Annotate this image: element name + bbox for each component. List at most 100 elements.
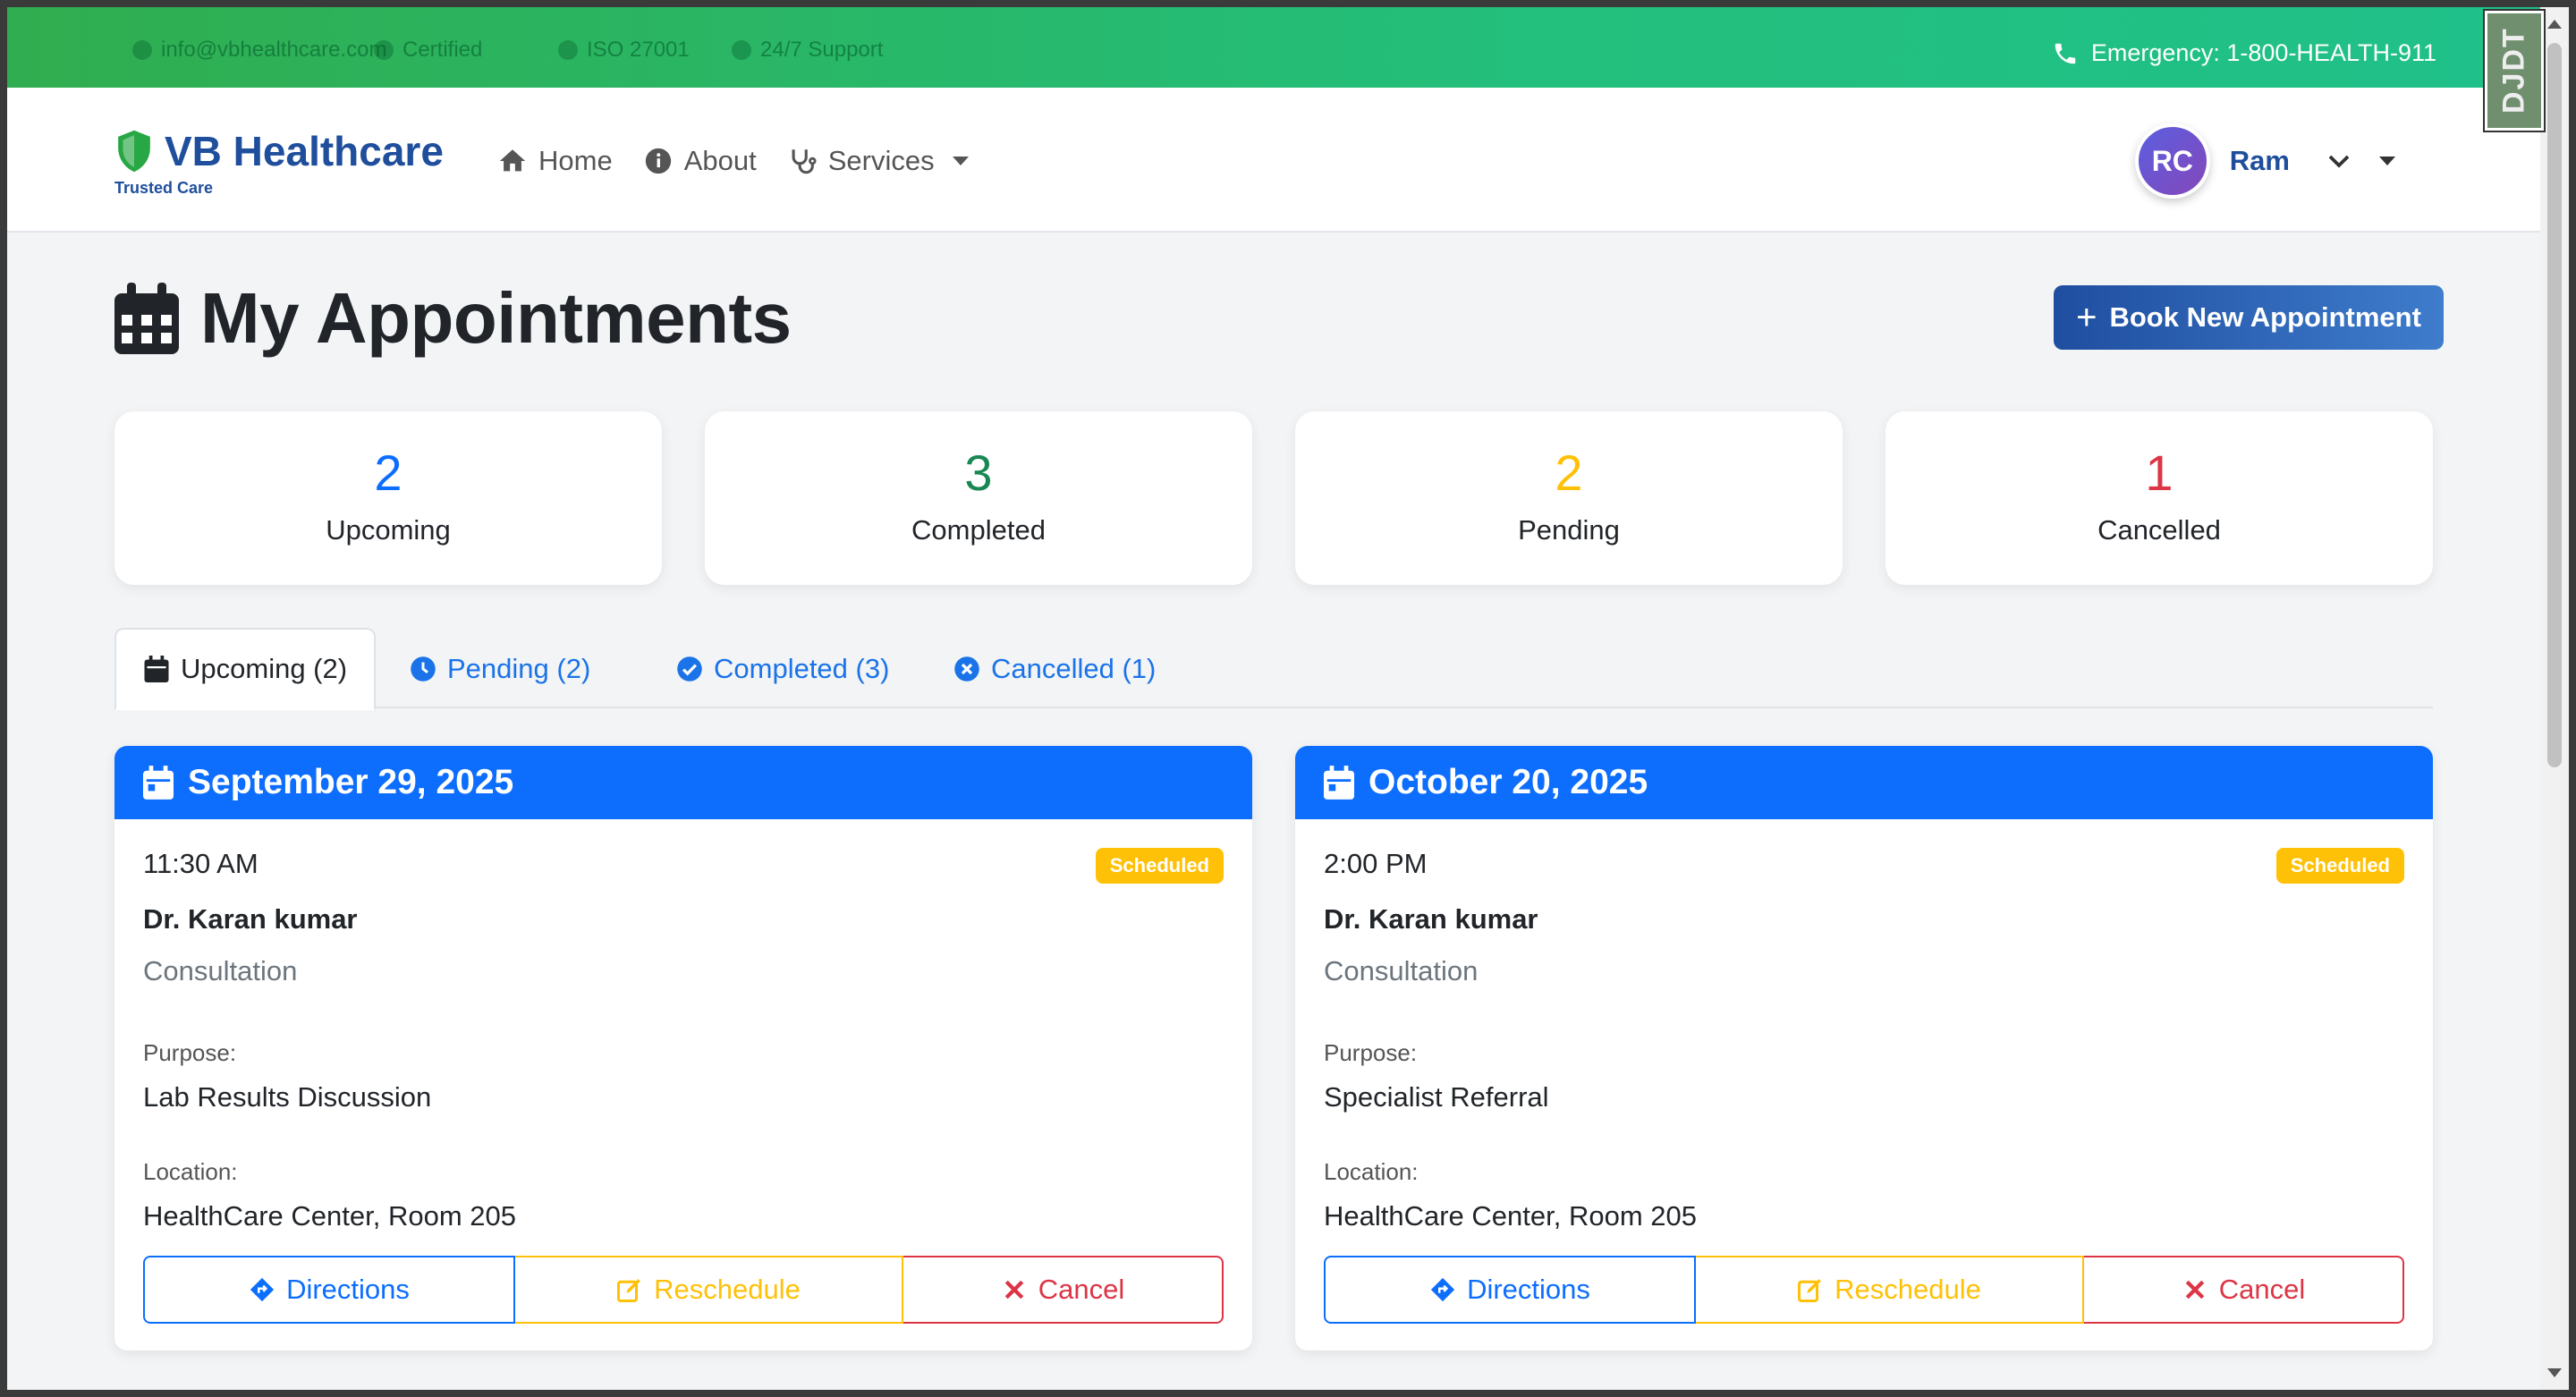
appointment-actions: Directions Reschedule Cancel (143, 1256, 1224, 1324)
calendar-icon (144, 656, 169, 682)
calendar-icon (114, 283, 179, 354)
purpose-label: Purpose: (1324, 1039, 1418, 1066)
vertical-scrollbar[interactable] (2540, 7, 2569, 1390)
brand-row: VB Healthcare (114, 127, 444, 175)
emergency-contact[interactable]: Emergency: 1-800-HEALTH-911 (2052, 39, 2436, 67)
directions-icon (250, 1277, 275, 1302)
info-circle-icon (645, 148, 671, 174)
stat-card-upcoming: 2 Upcoming (114, 411, 662, 585)
tab-completed[interactable]: Completed (3) (649, 628, 916, 710)
nav-services-dropdown[interactable]: Services (787, 145, 969, 177)
main-navbar: VB Healthcare Trusted Care Home About Se… (7, 88, 2540, 233)
calendar-icon (143, 766, 174, 800)
stat-value: 1 (2145, 444, 2174, 501)
purpose-value: Lab Results Discussion (143, 1081, 432, 1113)
caret-down-icon (2379, 157, 2395, 165)
home-icon (499, 149, 526, 172)
tab-pending[interactable]: Pending (2) (383, 628, 617, 710)
directions-label: Directions (286, 1274, 410, 1305)
cancel-label: Cancel (2218, 1274, 2306, 1305)
purpose-label: Purpose: (143, 1039, 237, 1066)
appointment-type: Consultation (1324, 955, 1479, 986)
top-info-bar: info@vbhealthcare.com Certified ISO 2700… (7, 7, 2540, 88)
nav-home[interactable]: Home (497, 145, 613, 177)
close-icon (2185, 1280, 2205, 1300)
book-button-label: Book New Appointment (2109, 301, 2421, 333)
top-ghost-item-support: 24/7 Support (732, 38, 883, 63)
tab-upcoming[interactable]: Upcoming (2) (114, 628, 377, 710)
user-name: Ram (2229, 145, 2290, 176)
x-circle-icon (954, 656, 979, 682)
book-new-appointment-button[interactable]: + Book New Appointment (2054, 285, 2444, 350)
reschedule-button[interactable]: Reschedule (1696, 1256, 2084, 1324)
user-menu[interactable]: RC Ram (2134, 123, 2395, 199)
cancel-button[interactable]: Cancel (903, 1256, 1224, 1324)
page-header: My Appointments (114, 277, 792, 360)
debug-toolbar-handle[interactable]: DJDT (2483, 9, 2546, 132)
nav-about-label: About (683, 145, 757, 176)
edit-icon (1798, 1279, 1822, 1302)
tab-upcoming-label: Upcoming (2) (181, 653, 348, 684)
stat-value: 2 (374, 444, 402, 501)
phone-icon (732, 40, 751, 60)
stat-label: Upcoming (326, 514, 451, 546)
appointment-card-header: September 29, 2025 (114, 746, 1252, 819)
nav-about[interactable]: About (643, 145, 757, 177)
page-title: My Appointments (200, 278, 792, 358)
appointment-card: October 20, 2025 2:00 PM Scheduled Dr. K… (1295, 746, 2433, 1350)
location-value: HealthCare Center, Room 205 (1324, 1200, 1698, 1232)
location-label: Location: (143, 1158, 238, 1185)
calendar-icon (1324, 766, 1354, 800)
tab-pending-label: Pending (2) (447, 653, 591, 684)
shield-icon (558, 40, 578, 60)
clock-icon (411, 656, 436, 682)
top-ghost-item-iso: ISO 27001 (558, 38, 690, 63)
cancel-label: Cancel (1038, 1274, 1125, 1305)
tab-completed-label: Completed (3) (714, 653, 890, 684)
stat-card-cancelled: 1 Cancelled (1885, 411, 2433, 585)
directions-icon (1430, 1277, 1455, 1302)
plus-icon: + (2076, 298, 2097, 337)
scrollbar-thumb[interactable] (2547, 43, 2562, 767)
reschedule-button[interactable]: Reschedule (515, 1256, 903, 1324)
stat-card-completed: 3 Completed (705, 411, 1252, 585)
brand-tagline: Trusted Care (114, 179, 214, 197)
directions-button[interactable]: Directions (143, 1256, 515, 1324)
caret-down-icon (952, 157, 969, 165)
tab-cancelled-label: Cancelled (1) (991, 653, 1157, 684)
stat-value: 3 (964, 444, 993, 501)
appointment-time: 11:30 AM (143, 848, 258, 879)
check-circle-icon (677, 656, 702, 682)
envelope-icon (132, 40, 152, 60)
stat-label: Pending (1518, 514, 1620, 546)
directions-label: Directions (1467, 1274, 1590, 1305)
scroll-up-arrow-icon[interactable] (2547, 20, 2562, 29)
purpose-value: Specialist Referral (1324, 1081, 1549, 1113)
nav-services-label: Services (827, 145, 935, 176)
appointment-actions: Directions Reschedule Cancel (1324, 1256, 2404, 1324)
phone-icon (2055, 43, 2076, 64)
edit-icon (617, 1279, 641, 1302)
appointment-card-body: 11:30 AM Scheduled Dr. Karan kumar Consu… (114, 819, 1252, 1232)
status-badge: Scheduled (1095, 848, 1224, 884)
primary-nav: Home About Services (497, 145, 969, 177)
brand-logo[interactable]: VB Healthcare Trusted Care (114, 127, 444, 198)
appointment-card-header: October 20, 2025 (1295, 746, 2433, 819)
scroll-down-arrow-icon[interactable] (2547, 1368, 2562, 1377)
stat-card-pending: 2 Pending (1295, 411, 1843, 585)
stat-value: 2 (1555, 444, 1583, 501)
nav-home-label: Home (538, 145, 613, 176)
top-ghost-item-email: info@vbhealthcare.com (132, 38, 387, 63)
tab-cancelled[interactable]: Cancelled (1) (927, 628, 1182, 710)
location-value: HealthCare Center, Room 205 (143, 1200, 517, 1232)
reschedule-label: Reschedule (654, 1274, 801, 1305)
stethoscope-icon (792, 149, 817, 174)
cancel-button[interactable]: Cancel (2084, 1256, 2404, 1324)
avatar: RC (2134, 123, 2210, 199)
doctor-name: Dr. Karan kumar (143, 903, 358, 935)
appointment-card: September 29, 2025 11:30 AM Scheduled Dr… (114, 746, 1252, 1350)
appointment-tabs: Upcoming (2) Pending (2) Completed (3) C… (114, 628, 2433, 710)
appointment-time: 2:00 PM (1324, 848, 1428, 879)
location-label: Location: (1324, 1158, 1419, 1185)
directions-button[interactable]: Directions (1324, 1256, 1696, 1324)
